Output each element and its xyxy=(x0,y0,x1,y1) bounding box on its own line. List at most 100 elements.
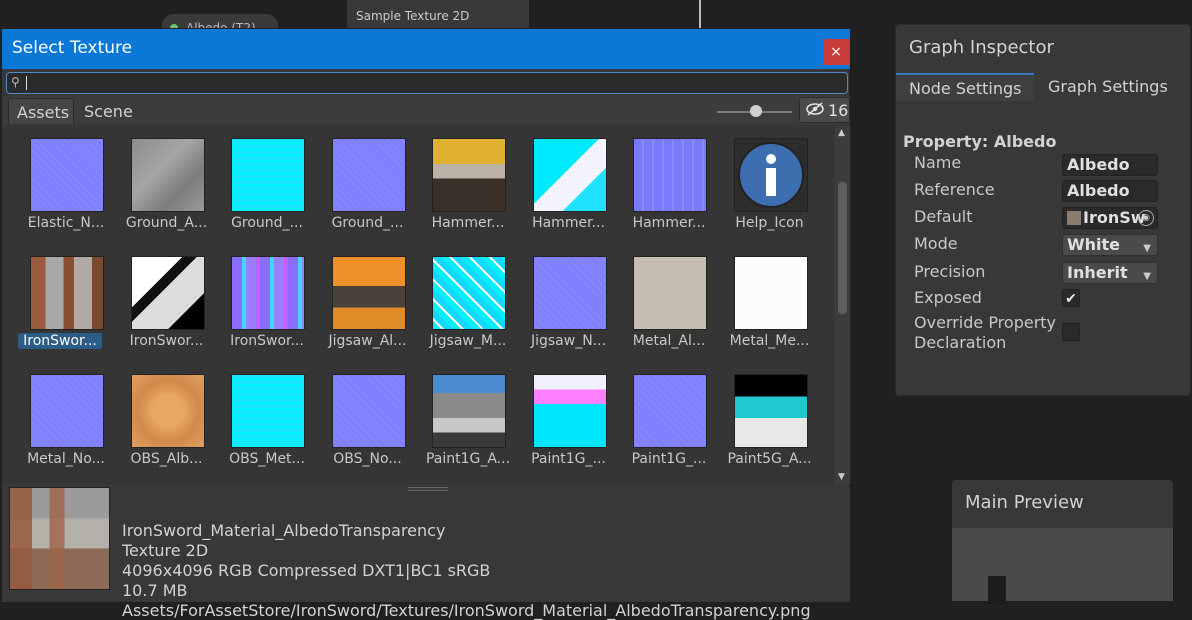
detail-asset-format: 4096x4096 RGB Compressed DXT1|BC1 sRGB xyxy=(122,561,491,580)
asset-thumbnail xyxy=(532,374,607,448)
asset-thumbnail xyxy=(733,374,808,448)
tab-graph-settings[interactable]: Graph Settings xyxy=(1048,73,1188,101)
chevron-down-icon: ▼ xyxy=(1143,271,1151,282)
asset-item[interactable]: OBS_Alb... xyxy=(117,362,205,474)
asset-item[interactable]: Ground_... xyxy=(318,126,406,238)
hidden-packages-toggle[interactable]: 16 xyxy=(799,97,850,123)
asset-item[interactable]: IronSwor... xyxy=(217,244,305,356)
scrollbar-thumb[interactable] xyxy=(838,182,847,314)
asset-thumbnail xyxy=(633,138,707,212)
asset-item[interactable]: Hammer... xyxy=(418,126,506,238)
asset-item[interactable]: Hammer... xyxy=(619,126,707,238)
asset-label: Jigsaw_M... xyxy=(429,333,507,349)
asset-label: OBS_Met... xyxy=(229,451,305,467)
preview-title: Main Preview xyxy=(965,492,1084,513)
precision-dropdown[interactable]: Inherit ▼ xyxy=(1062,262,1158,284)
asset-thumbnail xyxy=(30,138,104,212)
asset-label: Ground_A... xyxy=(125,215,208,231)
details-splitter[interactable] xyxy=(408,487,448,491)
reference-label: Reference xyxy=(914,180,995,199)
asset-thumbnail xyxy=(432,138,506,212)
asset-label: Jigsaw_N... xyxy=(530,333,607,349)
asset-item[interactable]: IronSwor... xyxy=(16,244,104,356)
asset-item[interactable]: Help_Icon xyxy=(720,126,808,238)
asset-item[interactable]: Hammer... xyxy=(519,126,607,238)
main-preview: Main Preview xyxy=(952,480,1173,604)
preview-viewport[interactable] xyxy=(952,528,1173,604)
asset-item[interactable]: Paint1G_A... xyxy=(418,362,510,474)
asset-item[interactable]: Elastic_N... xyxy=(16,126,104,238)
dialog-title: Select Texture xyxy=(12,38,133,58)
texture-swatch-icon xyxy=(1067,211,1081,225)
asset-label: OBS_No... xyxy=(333,451,402,467)
precision-label: Precision xyxy=(914,262,986,281)
reference-field[interactable]: Albedo xyxy=(1062,180,1158,202)
dialog-titlebar[interactable]: Select Texture × xyxy=(2,29,850,69)
asset-details-panel: IronSword_Material_AlbedoTransparency Te… xyxy=(2,487,850,620)
inspector-tabs: Node Settings Graph Settings xyxy=(896,73,1190,101)
asset-item[interactable]: Ground_A... xyxy=(117,126,207,238)
asset-label: Hammer... xyxy=(431,215,505,231)
default-texture-value: IronSw xyxy=(1083,208,1146,227)
zoom-slider-thumb[interactable] xyxy=(750,105,762,117)
asset-thumbnail xyxy=(130,374,205,448)
check-icon: ✔ xyxy=(1065,291,1077,307)
asset-grid: Elastic_N... Ground_A... Ground_... Ground_… xyxy=(2,126,834,484)
search-icon: ⚲ xyxy=(11,75,20,89)
detail-asset-type: Texture 2D xyxy=(122,541,209,560)
asset-item[interactable]: IronSwor... xyxy=(117,244,205,356)
asset-thumbnail xyxy=(733,256,808,330)
asset-item[interactable]: OBS_Met... xyxy=(217,362,305,474)
grid-scrollbar[interactable]: ▲ ▼ xyxy=(835,126,850,484)
sample-texture-node[interactable]: Sample Texture 2D xyxy=(347,0,529,30)
override-checkbox[interactable] xyxy=(1062,323,1080,341)
search-field[interactable]: ⚲ xyxy=(6,72,848,94)
asset-label: OBS_Alb... xyxy=(130,451,203,467)
mode-dropdown[interactable]: White ▼ xyxy=(1062,234,1158,256)
asset-item[interactable]: Jigsaw_Al... xyxy=(318,244,407,356)
tab-node-settings[interactable]: Node Settings xyxy=(896,73,1034,101)
chevron-down-icon: ▼ xyxy=(1143,243,1151,254)
name-field[interactable]: Albedo xyxy=(1062,154,1158,176)
object-picker-icon[interactable]: ◉ xyxy=(1138,210,1154,226)
asset-item[interactable]: Metal_Al... xyxy=(619,244,707,356)
override-label-line1: Override Property xyxy=(914,313,1057,332)
asset-thumbnail xyxy=(331,374,406,448)
hidden-count: 16 xyxy=(828,101,849,120)
tab-assets[interactable]: Assets xyxy=(8,98,74,124)
exposed-checkbox[interactable]: ✔ xyxy=(1062,289,1080,307)
mode-label: Mode xyxy=(914,234,958,253)
asset-item[interactable]: Metal_Me... xyxy=(720,244,809,356)
asset-label: Metal_No... xyxy=(27,451,105,467)
search-input[interactable] xyxy=(25,74,825,92)
precision-value: Inherit xyxy=(1067,263,1128,282)
asset-thumbnail xyxy=(331,256,406,330)
asset-item[interactable]: Paint5G_A... xyxy=(720,362,812,474)
close-button[interactable]: × xyxy=(823,39,849,65)
asset-thumbnail xyxy=(130,138,205,212)
asset-label: Metal_Me... xyxy=(729,333,810,349)
asset-item[interactable]: OBS_No... xyxy=(318,362,406,474)
asset-thumbnail xyxy=(633,374,707,448)
asset-item[interactable]: Ground_... xyxy=(217,126,305,238)
asset-item[interactable]: Paint1G_... xyxy=(519,362,607,474)
asset-label: Metal_Al... xyxy=(632,333,706,349)
help-icon xyxy=(733,138,808,212)
asset-item[interactable]: Paint1G_... xyxy=(619,362,707,474)
inspector-title: Graph Inspector xyxy=(909,37,1054,58)
asset-label: Paint1G_A... xyxy=(425,451,511,467)
asset-label: IronSwor... xyxy=(18,333,102,349)
asset-item[interactable]: Jigsaw_M... xyxy=(418,244,506,356)
detail-thumbnail xyxy=(9,487,110,590)
scroll-up-icon[interactable]: ▲ xyxy=(838,128,845,138)
scroll-down-icon[interactable]: ▼ xyxy=(838,472,845,482)
text-caret xyxy=(26,76,27,90)
asset-label: IronSwor... xyxy=(230,333,304,349)
detail-asset-path: Assets/ForAssetStore/IronSword/Textures/… xyxy=(122,601,811,620)
asset-item[interactable]: Jigsaw_N... xyxy=(519,244,607,356)
asset-label: Jigsaw_Al... xyxy=(328,333,407,349)
tab-scene[interactable]: Scene xyxy=(84,98,144,124)
detail-asset-size: 10.7 MB xyxy=(122,581,188,600)
default-texture-field[interactable]: IronSw ◉ xyxy=(1062,207,1158,229)
asset-item[interactable]: Metal_No... xyxy=(16,362,105,474)
